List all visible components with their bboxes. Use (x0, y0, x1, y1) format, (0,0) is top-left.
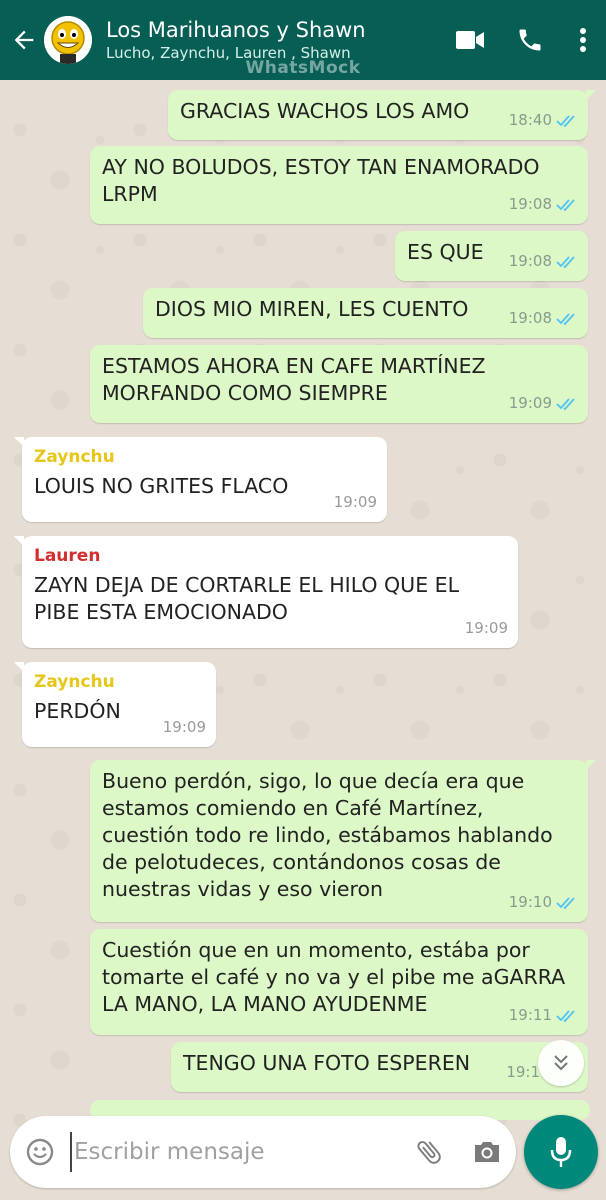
chat-title: Los Marihuanos y Shawn (106, 18, 366, 42)
message-bubble-outgoing[interactable]: Cuestión que en un momento, estába por t… (90, 929, 588, 1035)
double-chevron-down-icon (554, 1055, 568, 1071)
message-meta: 19:08 (509, 248, 578, 275)
message-meta: 19:09 (509, 390, 578, 417)
message-bubble-incoming[interactable]: Lauren ZAYN DEJA DE CORTARLE EL HILO QUE… (14, 536, 518, 648)
message-meta: 18:40 (509, 107, 578, 134)
message-bubble-outgoing[interactable]: GRACIAS WACHOS LOS AMO 18:40 (168, 90, 596, 140)
message-time: 19:09 (333, 493, 377, 511)
paperclip-icon[interactable] (400, 1136, 458, 1168)
message-meta: 19:10 (509, 889, 578, 916)
more-options-icon[interactable] (560, 0, 606, 80)
double-check-icon (556, 198, 575, 211)
message-bubble-incoming[interactable]: Zaynchu PERDÓN 19:09 (14, 662, 216, 747)
double-check-icon (556, 896, 575, 909)
back-arrow-icon[interactable] (4, 0, 44, 80)
sender-name: Zaynchu (34, 672, 115, 692)
scroll-down-button[interactable] (538, 1040, 584, 1086)
phone-icon[interactable] (500, 0, 560, 80)
sender-name: Lauren (34, 546, 101, 566)
message-time: 19:09 (464, 619, 508, 637)
microphone-icon (550, 1137, 572, 1167)
message-meta: 19:1 (506, 1059, 540, 1086)
message-meta: 19:08 (509, 191, 578, 218)
message-time: 19:11 (508, 1006, 552, 1024)
double-check-icon (556, 1009, 575, 1022)
message-text: Bueno perdón, sigo, lo que decía era que… (102, 769, 553, 901)
message-time: 19:08 (508, 252, 552, 270)
microphone-button[interactable] (524, 1115, 598, 1189)
message-bubble-outgoing[interactable]: DIOS MIO MIREN, LES CUENTO 19:08 (143, 288, 588, 338)
message-input-bar (10, 1116, 516, 1188)
message-bubble-incoming[interactable]: Zaynchu LOUIS NO GRITES FLACO 19:09 (14, 437, 387, 522)
message-bubble-outgoing[interactable]: AY NO BOLUDOS, ESTOY TAN ENAMORADO LRPM … (90, 146, 588, 224)
message-input[interactable] (70, 1132, 400, 1172)
message-time: 19:09 (508, 394, 552, 412)
sender-name: Zaynchu (34, 447, 115, 467)
message-time: 19:10 (508, 893, 552, 911)
message-bubble-outgoing[interactable]: TENGO UNA FOTO ESPEREN 19:1 (171, 1042, 588, 1092)
double-check-icon (556, 255, 575, 268)
message-bubble-outgoing[interactable]: ESTAMOS AHORA EN CAFE MARTÍNEZ MORFANDO … (90, 345, 588, 423)
message-time: 19:09 (162, 718, 206, 736)
message-time: 19:08 (508, 309, 552, 327)
double-check-icon (556, 114, 575, 127)
message-text: LOUIS NO GRITES FLACO (34, 474, 289, 498)
message-time: 19:08 (508, 195, 552, 213)
message-text: AY NO BOLUDOS, ESTOY TAN ENAMORADO LRPM (102, 155, 540, 206)
double-check-icon (556, 397, 575, 410)
chat-header: Los Marihuanos y Shawn Lucho, Zaynchu, L… (0, 0, 606, 80)
chat-title-block[interactable]: Los Marihuanos y Shawn Lucho, Zaynchu, L… (106, 17, 440, 63)
message-bubble-outgoing[interactable]: Bueno perdón, sigo, lo que decía era que… (90, 760, 596, 922)
message-text: ESTAMOS AHORA EN CAFE MARTÍNEZ MORFANDO … (102, 354, 486, 405)
message-time: 18:40 (508, 111, 552, 129)
message-text: ZAYN DEJA DE CORTARLE EL HILO QUE EL PIB… (34, 573, 460, 624)
message-meta: 19:08 (509, 305, 578, 332)
chat-members: Lucho, Zaynchu, Lauren , Shawn (106, 44, 351, 62)
group-avatar[interactable] (44, 16, 92, 64)
emoji-icon[interactable] (10, 1137, 70, 1167)
message-time: 19:1 (506, 1063, 540, 1081)
message-bubble-outgoing[interactable]: ES QUE 19:08 (395, 231, 588, 281)
message-text: Cuestión que en un momento, estába por t… (102, 938, 566, 1016)
video-call-icon[interactable] (440, 0, 500, 80)
camera-icon[interactable] (458, 1138, 516, 1166)
message-meta: 19:11 (509, 1002, 578, 1029)
double-check-icon (556, 312, 575, 325)
